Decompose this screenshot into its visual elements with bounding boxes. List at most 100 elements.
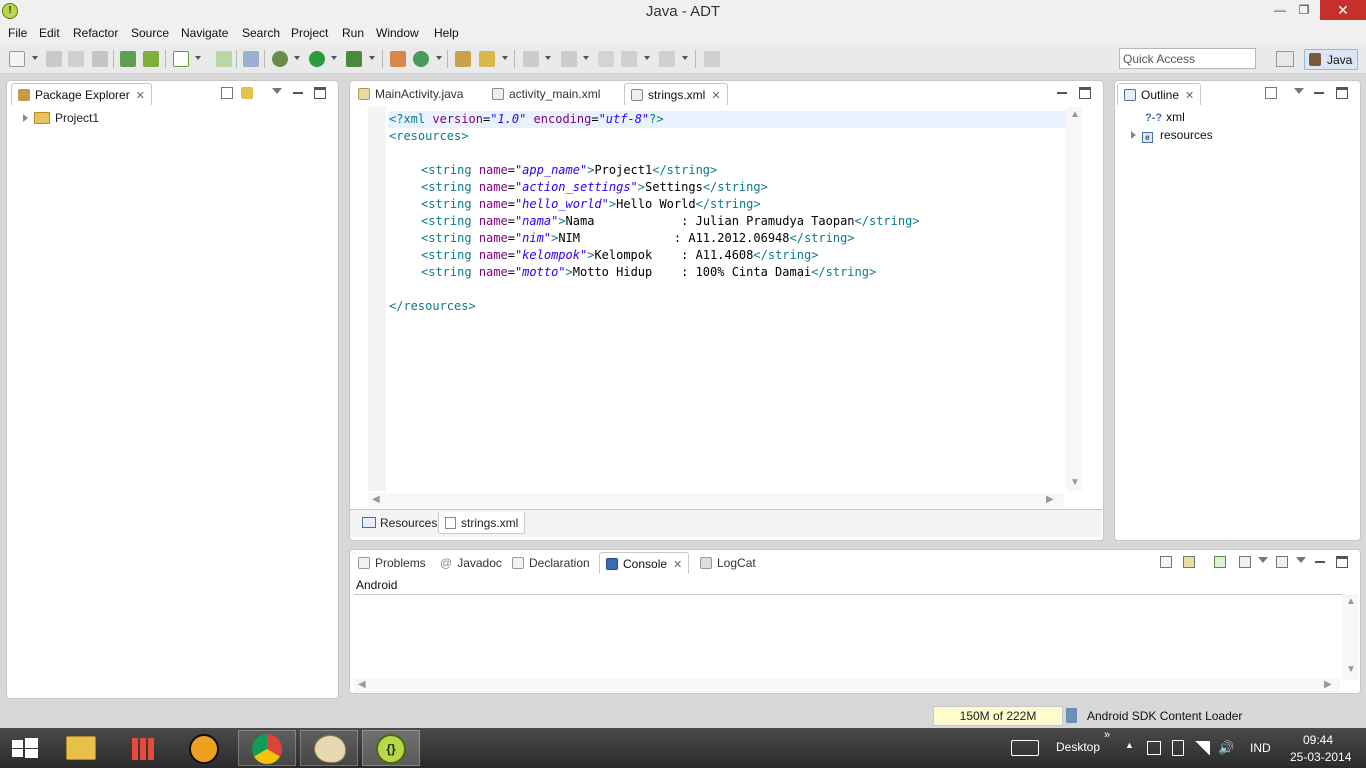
menu-search[interactable]: Search (242, 26, 280, 40)
scroll-right-arrow-icon[interactable]: ▶ (1046, 494, 1054, 505)
desktop-toolbar-label[interactable]: Desktop (1056, 740, 1100, 754)
lint-dropdown-icon[interactable] (195, 56, 201, 60)
scroll-lock-icon[interactable] (1183, 556, 1195, 568)
open-type-icon[interactable] (455, 51, 471, 67)
maximize-view-button[interactable] (1336, 87, 1348, 99)
external-tools-icon[interactable] (346, 51, 362, 67)
collapse-all-icon[interactable] (1265, 87, 1277, 99)
java-perspective-button[interactable]: Java (1304, 49, 1358, 70)
action-center-flag-icon[interactable] (1147, 741, 1161, 755)
maximize-editor-button[interactable] (1079, 87, 1091, 99)
search-dropdown-icon[interactable] (502, 56, 508, 60)
run-icon[interactable] (309, 51, 325, 67)
toolbar-more-icon[interactable]: » (1104, 729, 1110, 741)
forward-dropdown-icon[interactable] (682, 56, 688, 60)
menu-run[interactable]: Run (342, 26, 364, 40)
menu-window[interactable]: Window (376, 26, 419, 40)
view-menu-icon[interactable] (1294, 88, 1304, 94)
maximize-view-button[interactable] (314, 87, 326, 99)
tab-problems[interactable]: Problems (352, 552, 432, 574)
link-with-editor-icon[interactable] (241, 87, 253, 99)
last-edit-location-icon[interactable] (598, 51, 614, 67)
tab-javadoc[interactable]: @ Javadoc (434, 552, 508, 574)
expand-arrow-icon[interactable] (23, 114, 28, 122)
menu-help[interactable]: Help (434, 26, 459, 40)
maximize-view-button[interactable] (1336, 556, 1348, 568)
new-class-dropdown-icon[interactable] (436, 56, 442, 60)
show-hidden-icons-icon[interactable]: ▲ (1125, 740, 1134, 750)
heap-status[interactable]: 150M of 222M (933, 706, 1063, 726)
open-console-icon[interactable] (1276, 556, 1288, 568)
touch-keyboard-icon[interactable] (1011, 740, 1039, 756)
minimize-view-button[interactable] (1314, 556, 1326, 568)
debug-icon[interactable] (272, 51, 288, 67)
close-icon[interactable]: ✕ (673, 558, 682, 571)
menu-navigate[interactable]: Navigate (181, 26, 228, 40)
tab-strings-xml[interactable]: strings.xml ✕ (624, 83, 728, 105)
minimize-editor-button[interactable] (1056, 87, 1068, 99)
scroll-left-arrow-icon[interactable]: ◀ (372, 494, 380, 505)
tab-mainactivity-java[interactable]: MainActivity.java (352, 83, 469, 105)
new-java-class-icon[interactable] (413, 51, 429, 67)
new-icon[interactable] (9, 51, 25, 67)
restore-window-button[interactable]: ❐ (1290, 0, 1318, 20)
menu-file[interactable]: File (8, 26, 27, 40)
quick-access-input[interactable]: Quick Access (1119, 48, 1256, 69)
outline-item-resources[interactable]: e resources (1131, 128, 1213, 144)
garbage-collect-icon[interactable] (1066, 708, 1077, 723)
tree-item-project1[interactable]: Project1 (23, 111, 99, 127)
new-android-project-icon[interactable] (216, 51, 232, 67)
clock-time[interactable]: 09:44 (1303, 733, 1333, 747)
input-language-label[interactable]: IND (1250, 741, 1271, 755)
back-dropdown-icon[interactable] (644, 56, 650, 60)
previous-annotation-icon[interactable] (561, 51, 577, 67)
clear-console-icon[interactable] (1160, 556, 1172, 568)
expand-arrow-icon[interactable] (1131, 131, 1136, 139)
start-button[interactable] (12, 738, 38, 758)
scroll-down-arrow-icon[interactable]: ▼ (1070, 477, 1080, 488)
outline-item-xml[interactable]: ?-? xml (1145, 110, 1185, 126)
editor-horizontal-scrollbar[interactable]: ◀ ▶ (368, 493, 1064, 507)
tab-resources[interactable]: Resources (356, 512, 443, 534)
lint-check-icon[interactable] (173, 51, 189, 67)
print-icon[interactable] (92, 51, 108, 67)
close-icon[interactable]: ✕ (136, 89, 145, 102)
console-vertical-scrollbar[interactable]: ▲ ▼ (1342, 594, 1358, 680)
chrome-taskbar-button[interactable] (238, 730, 296, 766)
scroll-left-arrow-icon[interactable]: ◀ (358, 679, 366, 690)
tab-package-explorer[interactable]: Package Explorer ✕ (11, 83, 152, 105)
menu-source[interactable]: Source (131, 26, 169, 40)
save-all-icon[interactable] (68, 51, 84, 67)
xml-source-editor[interactable]: <?xml version="1.0" encoding="utf-8"?> <… (368, 107, 1082, 491)
close-icon[interactable]: ✕ (1185, 89, 1194, 102)
new-dropdown-icon[interactable] (32, 56, 38, 60)
minimize-view-button[interactable] (1313, 87, 1325, 99)
menu-refactor[interactable]: Refactor (73, 26, 118, 40)
back-icon[interactable] (621, 51, 637, 67)
tab-strings-xml-source[interactable]: strings.xml (438, 512, 526, 534)
console-horizontal-scrollbar[interactable]: ◀ ▶ (354, 678, 1340, 692)
save-icon[interactable] (46, 51, 62, 67)
debug-dropdown-icon[interactable] (294, 56, 300, 60)
external-tools-dropdown-icon[interactable] (369, 56, 375, 60)
view-menu-icon[interactable] (272, 88, 282, 94)
sdk-manager-icon[interactable] (120, 51, 136, 67)
tab-logcat[interactable]: LogCat (694, 552, 762, 574)
console-output-area[interactable] (354, 594, 1344, 679)
search-icon[interactable] (479, 51, 495, 67)
tab-declaration[interactable]: Declaration (506, 552, 596, 574)
next-annotation-dropdown-icon[interactable] (545, 56, 551, 60)
tab-console[interactable]: Console ✕ (599, 552, 690, 574)
minimize-view-button[interactable] (292, 87, 304, 99)
scroll-up-arrow-icon[interactable]: ▲ (1346, 596, 1356, 607)
pin-console-icon[interactable] (1214, 556, 1226, 568)
collapse-all-icon[interactable] (221, 87, 233, 99)
run-dropdown-icon[interactable] (331, 56, 337, 60)
paint-taskbar-button[interactable] (300, 730, 358, 766)
display-selected-console-icon[interactable] (1239, 556, 1251, 568)
open-console-dropdown-icon[interactable] (1296, 557, 1306, 563)
pin-editor-icon[interactable] (704, 51, 720, 67)
editor-vertical-scrollbar[interactable]: ▲ ▼ (1066, 107, 1082, 491)
scroll-up-arrow-icon[interactable]: ▲ (1070, 109, 1080, 120)
display-console-dropdown-icon[interactable] (1258, 557, 1268, 563)
